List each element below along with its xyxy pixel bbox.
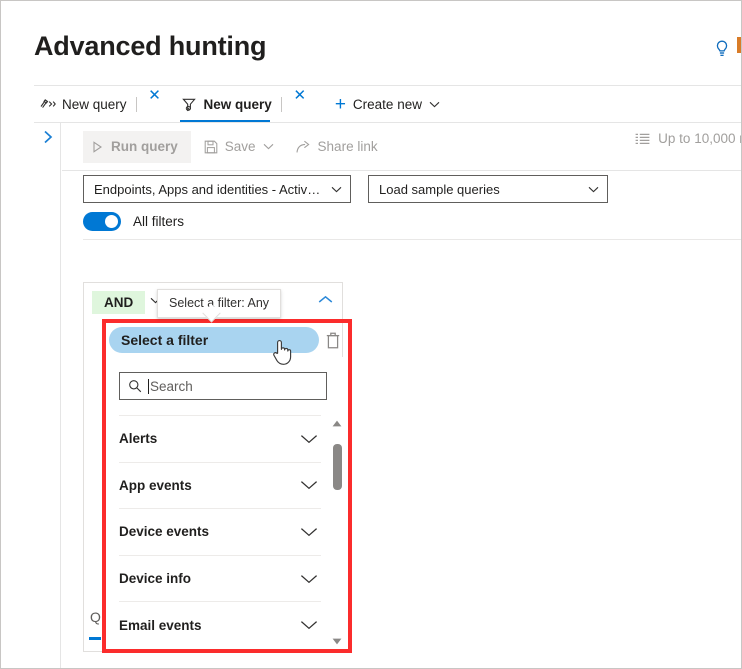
save-label: Save: [224, 139, 256, 154]
share-icon: [295, 140, 311, 154]
scrollbar-thumb[interactable]: [333, 444, 342, 490]
list-item[interactable]: Email events: [119, 601, 321, 648]
chevron-down-icon[interactable]: [429, 101, 440, 108]
chevron-down-icon[interactable]: [300, 527, 318, 537]
text-caret: [148, 378, 149, 394]
scroll-down-arrow-icon[interactable]: [331, 635, 343, 647]
save-button[interactable]: Save: [195, 131, 283, 163]
list-icon: [635, 133, 650, 145]
tab-new-query-1[interactable]: New query: [34, 86, 127, 122]
filter-picker-dropdown: Search Alerts App events Device events D…: [106, 357, 348, 649]
run-query-button[interactable]: Run query: [83, 130, 191, 163]
chevron-down-icon: [331, 186, 342, 193]
obscured-accent-bar: [89, 637, 101, 640]
tab-close-icon[interactable]: ✕: [146, 86, 164, 104]
dropdown-scrollbar[interactable]: [330, 417, 344, 647]
expand-panel-chevron-right-icon[interactable]: [41, 129, 55, 145]
tab-separator: [135, 96, 137, 112]
results-limit: Up to 10,000 results: [635, 131, 741, 146]
edge-accent-marker: [737, 37, 741, 53]
tab-close-icon[interactable]: ✕: [291, 86, 309, 104]
advanced-hunting-screen: Advanced hunting New query ✕ New query ✕…: [0, 0, 742, 669]
filter-tooltip: Select a filter: Any: [157, 289, 282, 318]
load-sample-queries-selector[interactable]: Load sample queries: [368, 175, 608, 203]
tab-label: New query: [62, 96, 127, 112]
list-item-label: Device info: [119, 571, 192, 587]
scrollbar-track[interactable]: [332, 430, 342, 634]
chevron-down-icon[interactable]: [263, 143, 274, 150]
chevron-down-icon[interactable]: [300, 480, 318, 490]
search-input[interactable]: Search: [150, 379, 193, 394]
results-limit-label: Up to 10,000 results: [658, 131, 741, 146]
create-new-label: Create new: [352, 96, 422, 112]
query-tab-strip: New query ✕ New query ✕ + Create new: [34, 85, 741, 122]
play-icon: [92, 140, 103, 153]
lightbulb-icon[interactable]: [714, 40, 730, 58]
query-code-icon: [40, 97, 56, 111]
chevron-up-icon[interactable]: [318, 295, 333, 304]
filters-divider: [83, 239, 741, 240]
list-item-label: Email events: [119, 617, 202, 633]
select-a-filter-pill[interactable]: Select a filter: [109, 327, 319, 353]
scope-selector[interactable]: Endpoints, Apps and identities - Activit…: [83, 175, 351, 203]
scope-selector-value: Endpoints, Apps and identities - Activit…: [94, 181, 323, 197]
list-item[interactable]: Device events: [119, 508, 321, 555]
page-header: Advanced hunting: [1, 1, 741, 85]
search-icon: [128, 379, 142, 393]
chevron-down-icon[interactable]: [300, 620, 318, 630]
command-bar: Run query Save Share link Up to 10,000: [62, 123, 741, 170]
chevron-down-icon[interactable]: [300, 574, 318, 584]
run-query-label: Run query: [111, 139, 178, 154]
tab-separator: [280, 96, 282, 112]
search-input-wrapper[interactable]: Search: [119, 372, 327, 400]
all-filters-label: All filters: [133, 214, 185, 229]
selector-row: Endpoints, Apps and identities - Activit…: [83, 175, 608, 203]
all-filters-toggle-row: All filters: [83, 212, 184, 231]
filter-category-list: Alerts App events Device events Device i…: [106, 415, 334, 649]
list-item-label: Alerts: [119, 431, 158, 447]
page-title: Advanced hunting: [34, 31, 267, 61]
list-item-label: App events: [119, 477, 192, 493]
filter-settings-icon: [181, 97, 198, 112]
tab-new-query-2[interactable]: New query: [176, 86, 272, 122]
share-link-button[interactable]: Share link: [287, 131, 387, 163]
chevron-down-icon[interactable]: [300, 434, 318, 444]
all-filters-toggle[interactable]: [83, 212, 121, 231]
trash-icon[interactable]: [324, 330, 342, 350]
left-rail: [34, 123, 61, 668]
list-item-label: Device events: [119, 524, 210, 540]
selected-filter-row: Select a filter: [105, 326, 349, 356]
create-new-button[interactable]: + Create new: [335, 86, 440, 122]
load-sample-queries-value: Load sample queries: [379, 181, 500, 197]
obscured-label: Q: [90, 609, 101, 625]
operator-and-pill[interactable]: AND: [92, 291, 146, 314]
share-link-label: Share link: [317, 139, 378, 154]
chevron-down-icon: [588, 186, 599, 193]
tab-label: New query: [203, 96, 272, 112]
command-bar-divider: [62, 170, 741, 171]
plus-icon: +: [334, 93, 346, 115]
scroll-up-arrow-icon[interactable]: [331, 417, 343, 429]
list-item[interactable]: Alerts: [119, 415, 321, 462]
list-item[interactable]: Device info: [119, 554, 321, 602]
toggle-knob: [105, 215, 118, 228]
list-item[interactable]: App events: [119, 461, 321, 509]
save-floppy-icon: [204, 140, 218, 154]
